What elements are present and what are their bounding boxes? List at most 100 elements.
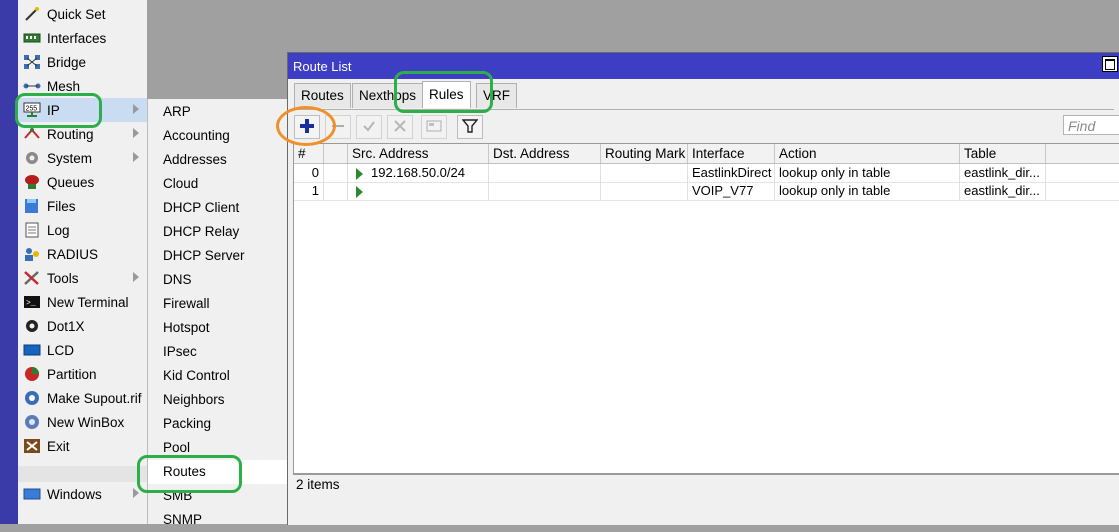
row-interface: VOIP_V77: [688, 182, 775, 200]
interfaces-icon: [23, 30, 41, 46]
status-divider: [293, 473, 1119, 474]
menu-item-radius[interactable]: RADIUS: [18, 242, 147, 266]
row-table: eastlink_dir...: [960, 164, 1046, 182]
menu-item-partition[interactable]: Partition: [18, 362, 147, 386]
gear-icon: [23, 150, 41, 166]
menu-item-log[interactable]: Log: [18, 218, 147, 242]
enabled-arrow-icon: [356, 185, 363, 198]
row-number: 1: [294, 182, 324, 200]
menu-item-queues[interactable]: Queues: [18, 170, 147, 194]
mesh-icon: [23, 78, 41, 94]
menu-item-dot1x[interactable]: Dot1X: [18, 314, 147, 338]
enabled-arrow-icon: [356, 167, 363, 180]
winbox-icon: [23, 414, 41, 430]
radius-icon: [23, 246, 41, 262]
menu-separator: [18, 466, 147, 482]
rules-table: # Src. Address Dst. Address Routing Mark…: [293, 143, 1119, 475]
submenu-item-snmp[interactable]: SNMP: [148, 508, 288, 532]
submenu-item-cloud[interactable]: Cloud: [148, 172, 288, 196]
submenu-item-dhcp-client[interactable]: DHCP Client: [148, 196, 288, 220]
submenu-item-dns[interactable]: DNS: [148, 268, 288, 292]
menu-item-interfaces[interactable]: Interfaces: [18, 26, 147, 50]
disable-button[interactable]: [387, 115, 413, 139]
tab-routes[interactable]: Routes: [294, 83, 351, 108]
menu-item-files[interactable]: Files: [18, 194, 147, 218]
menu-item-lcd[interactable]: LCD: [18, 338, 147, 362]
table-row[interactable]: 0 192.168.50.0/24 EastlinkDirect lookup …: [294, 164, 1119, 183]
terminal-icon: >_: [23, 294, 41, 310]
svg-text:>_: >_: [26, 299, 36, 308]
log-icon: [23, 222, 41, 238]
tools-icon: [23, 270, 41, 286]
highlight-add-button: [276, 106, 336, 146]
wand-icon: [23, 6, 41, 22]
submenu-item-firewall[interactable]: Firewall: [148, 292, 288, 316]
exit-icon: [23, 438, 41, 454]
supout-icon: [23, 390, 41, 406]
menu-item-system[interactable]: System: [18, 146, 147, 170]
column-header-action[interactable]: Action: [775, 144, 960, 163]
dot1x-icon: [23, 318, 41, 334]
menu-item-exit[interactable]: Exit: [18, 434, 147, 458]
queues-icon: [23, 174, 41, 190]
lcd-icon: [23, 342, 41, 358]
left-accent-strip: [0, 0, 18, 524]
main-menu: Quick Set Interfaces Bridge Mesh 255 IP …: [18, 0, 148, 524]
row-dst-address: [489, 182, 601, 200]
submenu-item-addresses[interactable]: Addresses: [148, 148, 288, 172]
submenu-item-arp[interactable]: ARP: [148, 100, 288, 124]
routing-icon: [23, 126, 41, 142]
highlight-routes-item: [137, 455, 242, 493]
submenu-item-packing[interactable]: Packing: [148, 412, 288, 436]
row-routing-mark: [601, 182, 688, 200]
highlight-rules-tab: [394, 71, 493, 113]
row-action: lookup only in table: [775, 164, 960, 182]
folder-icon: [23, 198, 41, 214]
menu-item-bridge[interactable]: Bridge: [18, 50, 147, 74]
highlight-ip-menu: [15, 93, 102, 128]
column-header-src-address[interactable]: Src. Address: [348, 144, 489, 163]
submenu-item-dhcp-server[interactable]: DHCP Server: [148, 244, 288, 268]
menu-item-windows[interactable]: Windows: [18, 482, 147, 506]
submenu-arrow-icon: [133, 152, 139, 162]
row-src-address: [348, 182, 489, 200]
enable-button[interactable]: [356, 115, 382, 139]
menu-item-new-terminal[interactable]: >_ New Terminal: [18, 290, 147, 314]
row-table: eastlink_dir...: [960, 182, 1046, 200]
comment-icon: [426, 119, 442, 136]
submenu-item-hotspot[interactable]: Hotspot: [148, 316, 288, 340]
row-flags: [324, 182, 348, 200]
submenu-item-ipsec[interactable]: IPsec: [148, 340, 288, 364]
submenu-item-kid-control[interactable]: Kid Control: [148, 364, 288, 388]
row-action: lookup only in table: [775, 182, 960, 200]
filter-icon: [461, 118, 479, 137]
row-dst-address: [489, 164, 601, 182]
maximize-button[interactable]: [1102, 56, 1118, 72]
window-title: Route List: [293, 59, 352, 74]
row-routing-mark: [601, 164, 688, 182]
comment-button[interactable]: [421, 115, 447, 139]
status-bar: 2 items: [296, 477, 340, 492]
table-row[interactable]: 1 VOIP_V77 lookup only in table eastlink…: [294, 182, 1119, 201]
column-header-number[interactable]: #: [294, 144, 324, 163]
menu-item-quick-set[interactable]: Quick Set: [18, 2, 147, 26]
column-header-flags[interactable]: [324, 144, 348, 163]
submenu-item-accounting[interactable]: Accounting: [148, 124, 288, 148]
submenu-arrow-icon: [133, 104, 139, 114]
find-input[interactable]: Find: [1063, 115, 1119, 135]
menu-item-tools[interactable]: Tools: [18, 266, 147, 290]
submenu-arrow-icon: [133, 128, 139, 138]
column-header-interface[interactable]: Interface: [688, 144, 775, 163]
row-interface: EastlinkDirect: [688, 164, 775, 182]
submenu-item-dhcp-relay[interactable]: DHCP Relay: [148, 220, 288, 244]
column-header-routing-mark[interactable]: Routing Mark: [601, 144, 688, 163]
x-icon: [393, 119, 407, 136]
row-flags: [324, 164, 348, 182]
filter-button[interactable]: [457, 115, 483, 139]
column-header-dst-address[interactable]: Dst. Address: [489, 144, 601, 163]
row-number: 0: [294, 164, 324, 182]
column-header-table[interactable]: Table: [960, 144, 1046, 163]
submenu-item-neighbors[interactable]: Neighbors: [148, 388, 288, 412]
menu-item-new-winbox[interactable]: New WinBox: [18, 410, 147, 434]
menu-item-make-supout[interactable]: Make Supout.rif: [18, 386, 147, 410]
